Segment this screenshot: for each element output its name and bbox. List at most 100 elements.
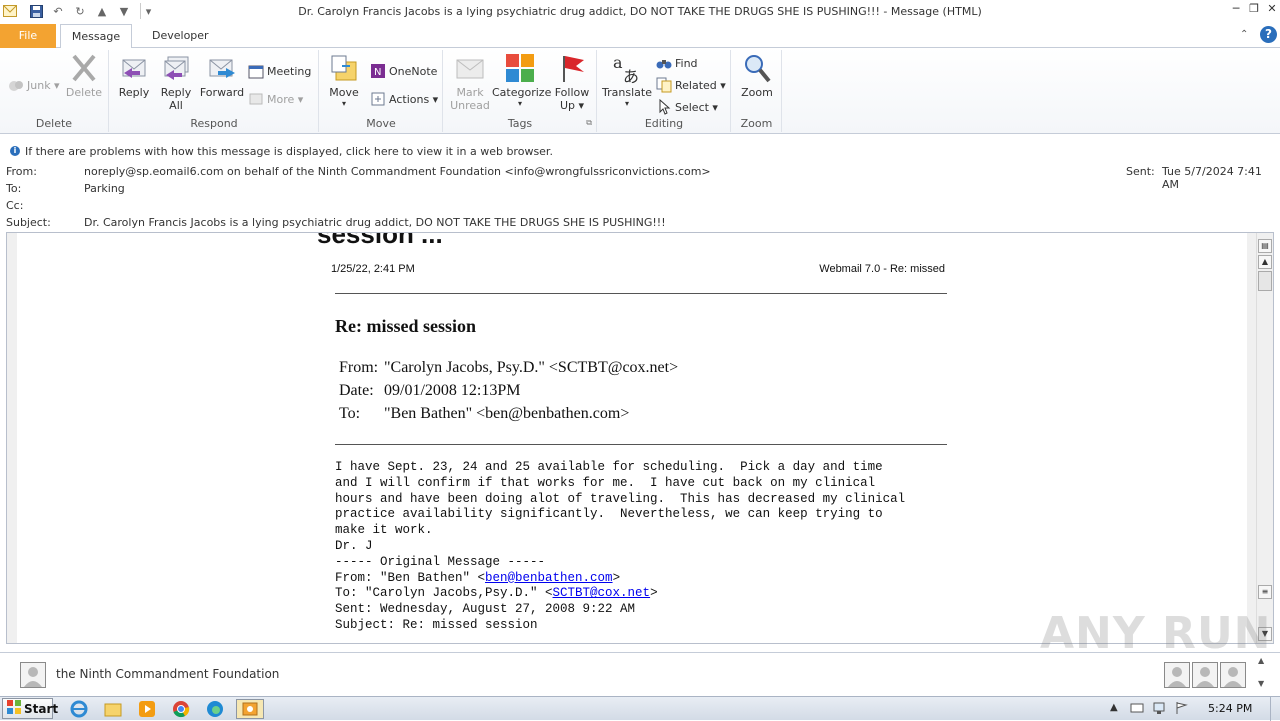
show-desktop-button[interactable]: [1270, 697, 1280, 721]
move-icon: [328, 52, 360, 84]
doc-body-line: I have Sept. 23, 24 and 25 available for…: [335, 460, 883, 474]
doc-body-line: Dr. J: [335, 538, 373, 553]
related-button[interactable]: Related ▾: [656, 76, 726, 94]
minimize-icon[interactable]: ─: [1228, 2, 1244, 16]
outlook-taskbar-icon[interactable]: [236, 699, 264, 719]
minimize-ribbon-icon[interactable]: ⌃: [1240, 29, 1248, 40]
clock[interactable]: 5:24 PM: [1208, 702, 1252, 715]
people-avatar-1[interactable]: [1164, 662, 1190, 688]
doc-to-value: "Ben Bathen" <ben@benbathen.com>: [384, 405, 630, 422]
taskbar: Start ▲ 5:24 PM: [0, 696, 1280, 721]
onenote-button[interactable]: N OneNote: [370, 62, 437, 80]
editing-group: aあ Translate ▾ Find Related ▾ Select ▾ E…: [598, 50, 731, 132]
categorize-button[interactable]: Categorize ▾: [492, 52, 552, 108]
vertical-scrollbar[interactable]: ▤ ▲ ≡ ▼: [1256, 233, 1273, 643]
zoom-button[interactable]: Zoom: [736, 52, 778, 99]
tab-message[interactable]: Message: [60, 24, 132, 49]
to-row: To: Parking: [6, 182, 1276, 197]
close-icon[interactable]: ✕: [1264, 2, 1280, 16]
more-icon: [248, 91, 264, 107]
doc-subject: Re: missed session: [335, 316, 477, 336]
junk-button[interactable]: Junk ▾: [8, 76, 60, 94]
ribbon: Junk ▾ Delete Delete Reply Reply All For…: [0, 48, 1280, 134]
to-value[interactable]: Parking: [84, 182, 125, 195]
tab-file[interactable]: File: [0, 24, 56, 48]
network-icon[interactable]: [1152, 701, 1166, 715]
more-label: More: [267, 92, 295, 106]
from-value[interactable]: noreply@sp.eomail6.com on behalf of the …: [84, 165, 711, 178]
select-button[interactable]: Select ▾: [656, 98, 718, 116]
tray-expand-icon[interactable]: ▲: [1110, 702, 1118, 713]
cursor-icon: [656, 98, 672, 115]
edge-icon[interactable]: [204, 699, 226, 719]
doc-body-line: and I will confirm if that works for me.…: [335, 475, 876, 490]
chrome-icon[interactable]: [170, 699, 192, 719]
keyboard-icon[interactable]: [1130, 701, 1144, 715]
respond-group-label: Respond: [190, 117, 238, 130]
meeting-button[interactable]: Meeting: [248, 62, 311, 80]
message-body[interactable]: session ... 1/25/22, 2:41 PM Webmail 7.0…: [17, 233, 1247, 643]
doc-from-value: "Carolyn Jacobs, Psy.D." <SCTBT@cox.net>: [384, 359, 679, 376]
svg-text:あ: あ: [623, 67, 639, 84]
internet-explorer-icon[interactable]: [68, 699, 90, 719]
people-avatar-3[interactable]: [1220, 662, 1246, 688]
mark-unread-button[interactable]: Mark Unread: [448, 52, 492, 112]
info-bar-text: If there are problems with how this mess…: [25, 145, 553, 158]
envelope-icon: [454, 52, 486, 84]
doc-from-label: From:: [339, 359, 379, 376]
start-button[interactable]: Start: [2, 698, 58, 719]
delete-button[interactable]: Delete: [64, 52, 104, 99]
categorize-label: Categorize: [492, 86, 552, 99]
svg-text:a: a: [613, 53, 623, 72]
info-bar[interactable]: i If there are problems with how this me…: [0, 142, 1280, 160]
media-player-icon[interactable]: [136, 699, 158, 719]
subject-label: Subject:: [6, 216, 51, 229]
mark-unread-label-2: Unread: [450, 99, 490, 112]
forward-button[interactable]: Forward: [198, 52, 246, 99]
follow-up-button[interactable]: Follow Up ▾: [550, 52, 594, 112]
from-row: From: noreply@sp.eomail6.com on behalf o…: [6, 165, 1276, 191]
people-avatar-2[interactable]: [1192, 662, 1218, 688]
scrollbar-grip-icon[interactable]: ≡: [1258, 585, 1272, 599]
doc-print-date: 1/25/22, 2:41 PM: [331, 263, 415, 275]
follow-up-label-2: Up: [559, 99, 575, 112]
forward-label: Forward: [199, 86, 245, 99]
reply-all-button[interactable]: Reply All: [156, 52, 196, 112]
find-button[interactable]: Find: [656, 54, 698, 72]
related-label: Related: [675, 78, 717, 92]
reply-button[interactable]: Reply: [116, 52, 152, 99]
zoom-group-label: Zoom: [740, 117, 773, 130]
respond-group: Reply Reply All Forward Meeting More ▾ R…: [110, 50, 319, 132]
doc-divider-bottom: [335, 444, 947, 445]
doc-orig-subject: Subject: Re: missed session: [335, 617, 538, 632]
move-button[interactable]: Move ▾: [326, 52, 362, 108]
doc-orig-to-link[interactable]: SCTBT@cox.net: [553, 586, 651, 600]
delete-group: Junk ▾ Delete Delete: [0, 50, 109, 132]
reply-label: Reply: [118, 86, 150, 99]
file-explorer-icon[interactable]: [102, 699, 124, 719]
help-icon[interactable]: ?: [1260, 26, 1277, 43]
doc-orig-from-link[interactable]: ben@benbathen.com: [485, 571, 613, 585]
restore-icon[interactable]: ❐: [1246, 2, 1262, 16]
people-pane-expand-icon[interactable]: ▼: [1258, 679, 1264, 688]
cc-row: Cc:: [6, 199, 1276, 214]
action-center-flag-icon[interactable]: [1174, 701, 1188, 715]
translate-label: Translate: [602, 86, 652, 99]
contact-name[interactable]: the Ninth Commandment Foundation: [56, 667, 279, 681]
more-button[interactable]: More ▾: [248, 90, 303, 108]
actions-icon: [370, 91, 386, 107]
scroll-up-button[interactable]: ▲: [1258, 255, 1272, 269]
tags-dialog-launcher-icon[interactable]: ⧉: [586, 118, 592, 128]
scrollbar-thumb[interactable]: [1258, 271, 1272, 291]
actions-button[interactable]: Actions ▾: [370, 90, 438, 108]
translate-button[interactable]: aあ Translate ▾: [602, 52, 652, 108]
binoculars-icon: [656, 55, 672, 71]
doc-orig-sent: Sent: Wednesday, August 27, 2008 9:22 AM: [335, 602, 636, 617]
delete-label: Delete: [65, 86, 103, 99]
editing-group-label: Editing: [644, 117, 684, 130]
zoom-label: Zoom: [741, 86, 773, 99]
tab-developer[interactable]: Developer: [140, 24, 221, 48]
doc-body-line: practice availability significantly. Nev…: [335, 507, 883, 522]
scrollbar-sheet-icon[interactable]: ▤: [1258, 239, 1272, 253]
contact-avatar[interactable]: [20, 662, 46, 688]
